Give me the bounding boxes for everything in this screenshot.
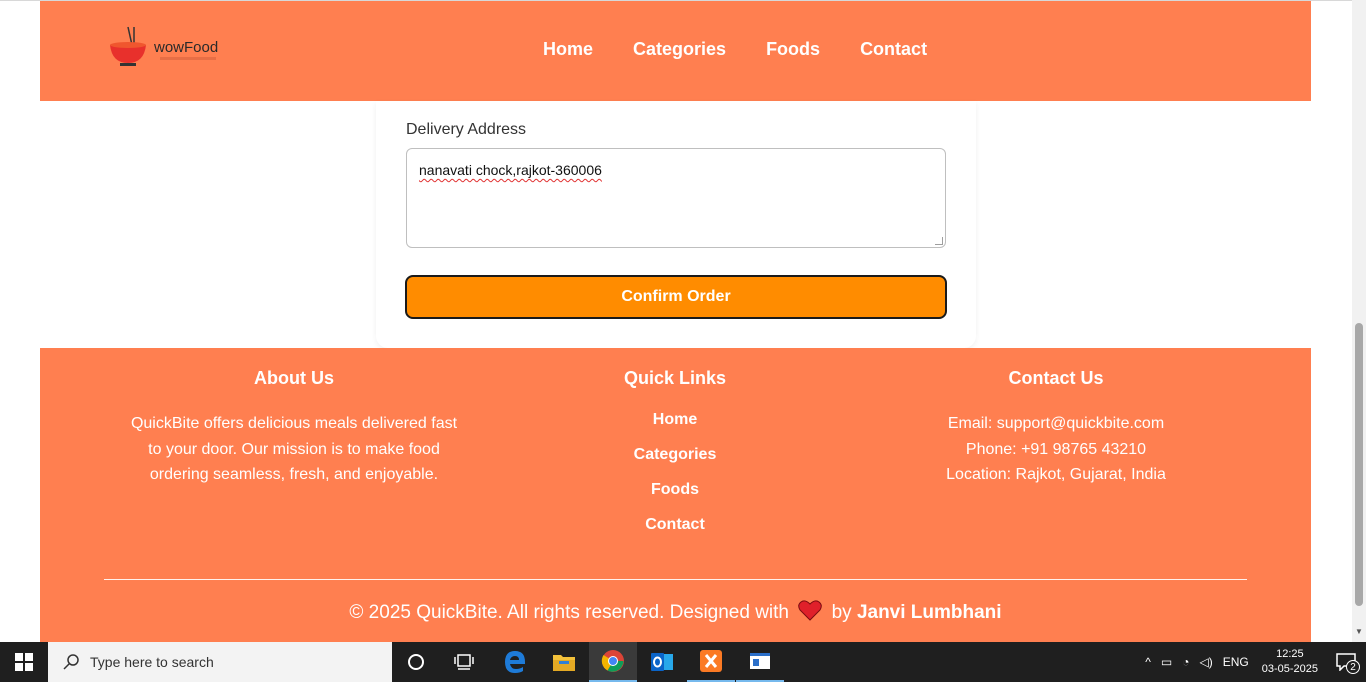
about-title: About Us xyxy=(254,368,334,388)
page-scrollbar[interactable]: ▼ xyxy=(1352,0,1366,642)
nav-home[interactable]: Home xyxy=(543,39,593,60)
footer-link-foods[interactable]: Foods xyxy=(524,481,826,499)
copyright-text: © 2025 QuickBite. All rights reserved. D… xyxy=(40,599,1311,624)
xampp-icon xyxy=(700,650,722,672)
xampp-taskbar-button[interactable] xyxy=(687,642,735,682)
windows-logo-icon xyxy=(15,653,33,671)
chrome-taskbar-button[interactable] xyxy=(589,642,637,682)
notification-count: 2 xyxy=(1346,660,1360,674)
logo-text: wowFood xyxy=(154,39,219,56)
system-tray: ^ ▭ ◔ ◁) ENG 12:25 03-05-2025 2 xyxy=(1140,642,1366,682)
edge-taskbar-button[interactable] xyxy=(491,642,539,682)
taskbar-search[interactable]: Type here to search xyxy=(48,642,392,682)
browser-viewport: wowFood Home Categories Foods Contact De… xyxy=(0,0,1352,642)
confirm-order-button[interactable]: Confirm Order xyxy=(405,275,947,319)
footer-link-home[interactable]: Home xyxy=(524,411,826,429)
cortana-button[interactable] xyxy=(392,642,440,682)
clock-time: 12:25 xyxy=(1276,648,1304,660)
outlook-taskbar-button[interactable] xyxy=(638,642,686,682)
start-button[interactable] xyxy=(0,642,48,682)
nav-categories[interactable]: Categories xyxy=(633,39,726,60)
main-nav: Home Categories Foods Contact xyxy=(543,39,967,60)
delivery-address-label: Delivery Address xyxy=(406,121,527,138)
footer-link-categories[interactable]: Categories xyxy=(524,446,826,464)
search-icon xyxy=(63,654,79,670)
network-icon[interactable]: ◔ xyxy=(1182,655,1189,669)
battery-icon[interactable]: ▭ xyxy=(1161,655,1172,669)
about-line-1: QuickBite offers delicious meals deliver… xyxy=(130,415,458,432)
site-footer: About Us QuickBite offers delicious meal… xyxy=(40,348,1311,642)
delivery-address-textarea[interactable]: nanavati chock,rajkot-360006 xyxy=(406,148,946,248)
footer-contact: Contact Us Email: support@quickbite.com … xyxy=(896,368,1216,488)
volume-icon[interactable]: ◁) xyxy=(1199,655,1212,669)
contact-phone: Phone: +91 98765 43210 xyxy=(965,440,1147,458)
bowl-logo-icon xyxy=(110,26,146,66)
contact-email: Email: support@quickbite.com xyxy=(947,415,1165,432)
file-explorer-button[interactable] xyxy=(540,642,588,682)
address-value: nanavati chock,rajkot-360006 xyxy=(419,162,602,178)
footer-about: About Us QuickBite offers delicious meal… xyxy=(124,368,464,488)
quick-links-title: Quick Links xyxy=(623,368,727,388)
task-view-button[interactable] xyxy=(440,642,488,682)
contact-title: Contact Us xyxy=(1008,368,1104,388)
app-window-taskbar-button[interactable] xyxy=(736,642,784,682)
cortana-icon xyxy=(408,654,424,670)
windows-taskbar: Type here to search ^ ▭ ◔ ◁) ENG 12:25 0… xyxy=(0,642,1366,682)
show-hidden-icons-icon[interactable]: ^ xyxy=(1145,655,1151,669)
order-form-card: Delivery Address nanavati chock,rajkot-3… xyxy=(376,101,976,348)
task-view-icon xyxy=(454,654,474,670)
footer-link-contact[interactable]: Contact xyxy=(524,516,826,534)
copyright-prefix: © 2025 QuickBite. All rights reserved. D… xyxy=(349,602,790,623)
site-logo[interactable]: wowFood xyxy=(106,25,226,75)
scrollbar-thumb[interactable] xyxy=(1355,323,1363,606)
chrome-icon xyxy=(601,650,624,672)
window-app-icon xyxy=(750,653,770,669)
folder-icon xyxy=(553,655,575,671)
about-line-3: ordering seamless, fresh, and enjoyable. xyxy=(149,466,439,483)
footer-quick-links: Quick Links Home Categories Foods Contac… xyxy=(524,368,826,551)
copyright-by: by xyxy=(831,602,852,623)
about-line-2: to your door. Our mission is to make foo… xyxy=(148,440,440,458)
scroll-down-arrow-icon[interactable]: ▼ xyxy=(1355,627,1363,636)
taskbar-clock[interactable]: 12:25 03-05-2025 xyxy=(1262,647,1318,677)
site-header: wowFood Home Categories Foods Contact xyxy=(40,1,1311,101)
heart-icon xyxy=(798,600,823,621)
outlook-icon xyxy=(651,653,673,671)
action-center-button[interactable]: 2 xyxy=(1326,642,1366,682)
contact-location: Location: Rajkot, Gujarat, India xyxy=(946,466,1166,483)
clock-date: 03-05-2025 xyxy=(1261,663,1318,675)
nav-contact[interactable]: Contact xyxy=(860,39,927,60)
edge-icon xyxy=(505,651,525,673)
search-placeholder: Type here to search xyxy=(90,654,214,670)
footer-divider xyxy=(104,579,1247,580)
logo-tagline xyxy=(160,57,216,60)
nav-foods[interactable]: Foods xyxy=(766,39,820,60)
designer-name: Janvi Lumbhani xyxy=(856,602,1002,623)
resize-handle-icon[interactable] xyxy=(935,237,943,245)
language-indicator[interactable]: ENG xyxy=(1223,655,1249,669)
